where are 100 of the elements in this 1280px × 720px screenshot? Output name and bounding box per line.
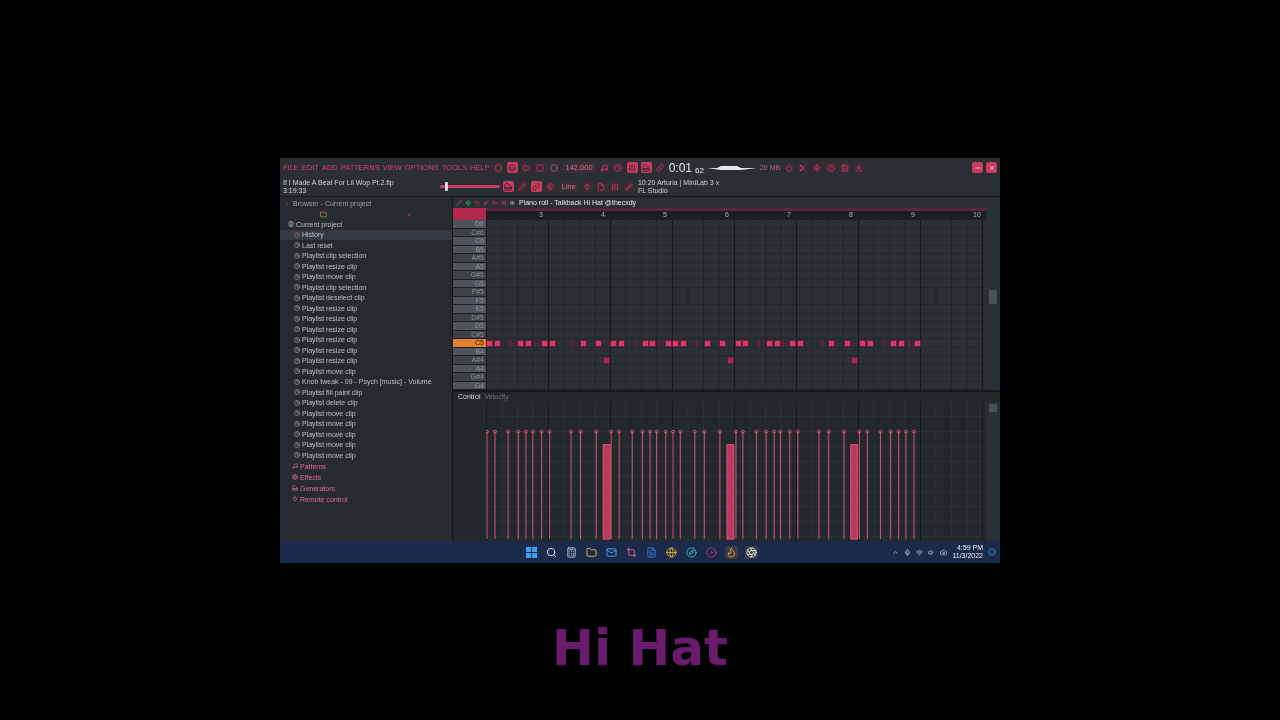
undo-icon: [474, 199, 480, 206]
link-button[interactable]: [530, 181, 542, 192]
note[interactable]: [851, 357, 859, 364]
link-icon: [532, 182, 541, 191]
flame-icon: [726, 546, 737, 558]
stop-icon: [536, 163, 544, 172]
velocity-bars-drawing[interactable]: [486, 429, 916, 540]
timer-icon: [294, 305, 300, 312]
help-icon: [826, 163, 835, 172]
timer-icon: [294, 368, 300, 375]
pencil-icon: [518, 182, 527, 191]
brush-icon: [625, 182, 634, 191]
compass-icon: [686, 546, 697, 558]
taskbar-app[interactable]: [665, 545, 678, 559]
cut-button[interactable]: [797, 162, 809, 173]
scrollbar-track[interactable]: [986, 402, 1000, 541]
save-button[interactable]: [839, 162, 851, 173]
timer-icon: [294, 326, 300, 333]
crop-icon: [626, 546, 637, 558]
mixer-button[interactable]: [609, 181, 621, 192]
help-button[interactable]: [825, 162, 837, 173]
document-icon: [646, 546, 657, 558]
speaker-icon: [510, 199, 516, 206]
wait-button[interactable]: [612, 162, 624, 173]
file-button[interactable]: [595, 181, 607, 192]
slider-thumb[interactable]: [444, 182, 448, 191]
download-button[interactable]: [853, 162, 865, 173]
windows-icon: [526, 546, 537, 558]
timer-icon: [294, 336, 300, 343]
plug-icon: [583, 182, 592, 191]
plugin-button[interactable]: [581, 181, 593, 192]
scrollbar-thumb[interactable]: [989, 290, 997, 304]
file-icon: [597, 182, 606, 191]
pencil-icon: [456, 199, 462, 206]
timer-icon: [294, 347, 300, 354]
timer-icon: [294, 357, 300, 364]
chevron-up-icon: [892, 548, 900, 556]
timer-icon: [294, 452, 300, 459]
globe-icon: [666, 546, 677, 558]
power-button[interactable]: [783, 162, 795, 173]
note[interactable]: [727, 357, 735, 364]
knob-button[interactable]: [492, 162, 504, 173]
timer-icon: [294, 294, 300, 301]
timer-icon: [294, 284, 300, 291]
bars-icon: [628, 163, 637, 172]
brush-icon: [483, 199, 489, 206]
taskbar-app[interactable]: [685, 545, 698, 559]
file-icon: [288, 221, 294, 228]
aperture-icon: [746, 546, 757, 558]
taskbar-app[interactable]: [565, 545, 578, 559]
taskbar-app[interactable]: [605, 545, 618, 559]
scissors-icon: [798, 163, 807, 172]
timer-icon: [294, 410, 300, 417]
timer-icon: [294, 399, 300, 406]
taskbar-app[interactable]: [725, 545, 738, 559]
close-button[interactable]: [986, 162, 997, 173]
disc-icon: [706, 546, 717, 558]
pencil-button[interactable]: [516, 181, 528, 192]
master-volume-slider[interactable]: [439, 185, 500, 188]
zoom-icon: [501, 199, 507, 206]
info-icon: [988, 548, 996, 556]
wifi-icon: [916, 548, 924, 556]
close-icon: [987, 163, 996, 172]
timer-icon: [294, 242, 300, 249]
start-button[interactable]: [525, 545, 538, 559]
history-icon: [294, 231, 300, 238]
centiseconds-display: 62: [695, 166, 704, 175]
timer-icon: [294, 263, 300, 270]
record-icon: [550, 163, 558, 172]
record-button[interactable]: [548, 162, 560, 173]
ruler-corner: [453, 208, 486, 220]
download-icon: [854, 163, 863, 172]
minimize-button[interactable]: [972, 162, 983, 173]
play-button[interactable]: [520, 162, 532, 173]
countdown-button[interactable]: [626, 162, 638, 173]
close-icon: [405, 210, 413, 218]
note[interactable]: [603, 357, 611, 364]
timer-icon: [294, 431, 300, 438]
timer-icon: [294, 378, 300, 385]
stop-button[interactable]: [534, 162, 546, 173]
timer-icon: [294, 441, 300, 448]
pattern-button[interactable]: [506, 162, 518, 173]
camera-icon: [940, 548, 948, 556]
knob-icon: [494, 163, 502, 172]
search-button[interactable]: [545, 545, 558, 559]
scrollbar-thumb[interactable]: [989, 404, 997, 412]
time-display: 0:01: [668, 160, 692, 175]
loop-button[interactable]: [654, 162, 666, 173]
sliders-icon: [611, 182, 620, 191]
search-icon: [546, 546, 557, 558]
caption: Hi Hat: [552, 619, 728, 677]
play-icon: [522, 163, 530, 172]
brush-button[interactable]: [623, 181, 635, 192]
calculator-icon: [566, 546, 577, 558]
timer-icon: [294, 420, 300, 427]
timer-icon: [294, 389, 300, 396]
chevron-icon: [284, 201, 290, 207]
pattern-icon: [508, 163, 516, 172]
save-icon: [840, 163, 849, 172]
timer-icon: [294, 273, 300, 280]
